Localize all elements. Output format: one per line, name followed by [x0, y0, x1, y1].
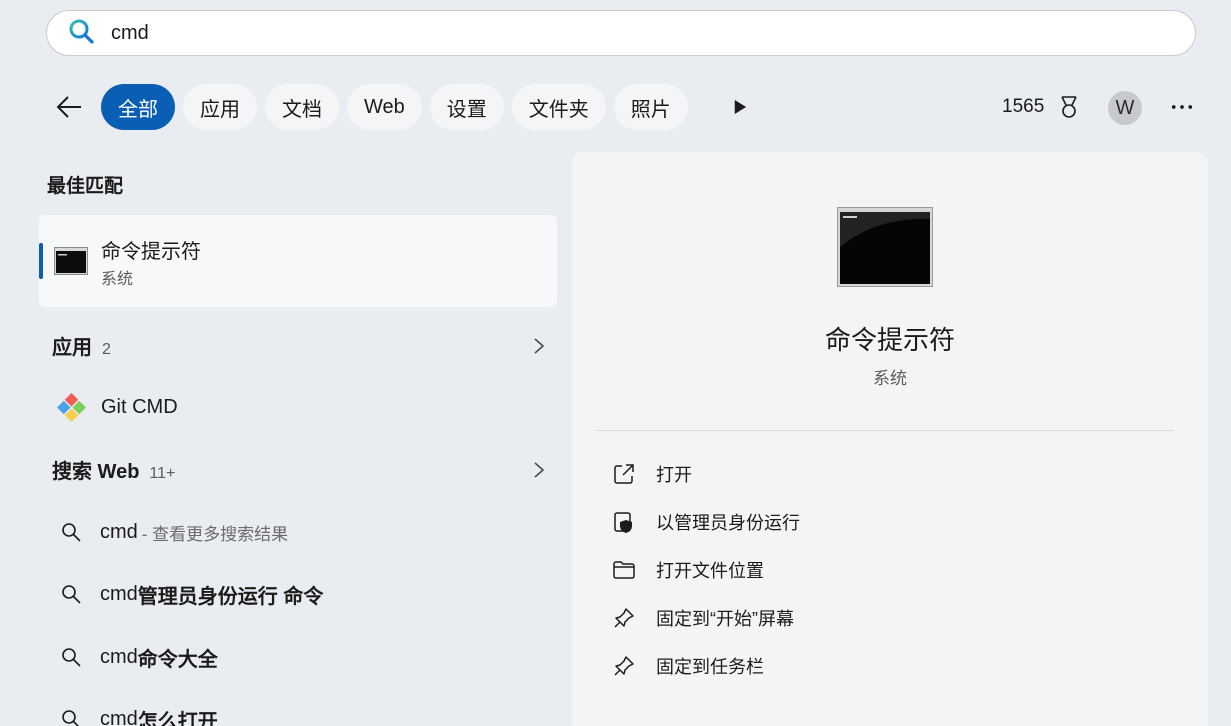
filter-chip-web[interactable]: Web: [347, 84, 422, 130]
ellipsis-icon: [1171, 105, 1193, 109]
action-open[interactable]: 打开: [612, 459, 692, 489]
action-pin-to-start[interactable]: 固定到“开始”屏幕: [612, 603, 794, 633]
action-label: 打开: [656, 465, 692, 485]
detail-panel: 命令提示符 系统 打开 以管理员身份运行 打开文件位置 固定到“开始”屏幕 固定…: [572, 152, 1208, 726]
git-cmd-icon: [56, 392, 87, 422]
rewards-points[interactable]: 1565: [1002, 96, 1044, 118]
search-icon: [67, 17, 95, 50]
open-external-icon: [614, 464, 634, 484]
web-result-item[interactable]: cmd 怎么打开: [60, 703, 218, 726]
more-options-button[interactable]: [1168, 96, 1196, 118]
action-run-as-admin[interactable]: 以管理员身份运行: [612, 507, 800, 537]
web-result-query: cmd: [100, 520, 138, 543]
web-result-item[interactable]: cmd 命令大全: [60, 641, 218, 673]
app-item-name: Git CMD: [101, 395, 178, 418]
back-button[interactable]: [52, 90, 86, 124]
best-match-subtitle: 系统: [101, 271, 134, 288]
filter-chip-settings[interactable]: 设置: [429, 84, 504, 130]
action-label: 固定到任务栏: [656, 657, 764, 677]
avatar[interactable]: W: [1108, 91, 1142, 125]
apps-group-count: 2: [102, 341, 111, 358]
admin-shield-icon: [614, 512, 632, 533]
web-result-item[interactable]: cmd 管理员身份运行 命令: [60, 578, 323, 610]
filter-chips: 全部 应用 文档 Web 设置 文件夹 照片: [101, 84, 688, 130]
action-pin-to-taskbar[interactable]: 固定到任务栏: [612, 651, 764, 681]
pin-icon: [614, 608, 634, 628]
search-icon: [62, 710, 80, 726]
search-bar[interactable]: [46, 10, 1196, 56]
more-filters-button[interactable]: [728, 94, 752, 120]
detail-title: 命令提示符: [824, 325, 955, 355]
folder-icon: [613, 561, 635, 579]
action-open-file-location[interactable]: 打开文件位置: [612, 555, 764, 585]
web-result-suggestion: 命令大全: [137, 648, 218, 671]
command-prompt-large-icon: [837, 207, 933, 287]
web-result-query: cmd: [100, 707, 138, 726]
search-icon: [62, 648, 81, 667]
chevron-right-icon: [534, 462, 545, 478]
back-arrow-icon: [56, 96, 81, 118]
filter-chip-documents[interactable]: 文档: [265, 84, 339, 130]
play-icon: [734, 100, 747, 114]
filter-chip-folders[interactable]: 文件夹: [511, 84, 606, 130]
best-match-item[interactable]: 命令提示符 系统: [39, 215, 557, 307]
best-match-heading: 最佳匹配: [47, 176, 124, 197]
web-result-suggestion: 管理员身份运行 命令: [137, 585, 324, 608]
app-item-git-cmd[interactable]: Git CMD: [56, 390, 178, 424]
action-label: 以管理员身份运行: [656, 513, 800, 533]
web-group-label: 搜索 Web: [52, 461, 140, 483]
pin-icon: [614, 656, 634, 676]
web-group-count: 11+: [149, 465, 176, 482]
apps-group-label: 应用: [52, 337, 92, 359]
detail-divider: [596, 430, 1174, 431]
filter-chip-apps[interactable]: 应用: [183, 84, 257, 130]
web-result-hint: - 查看更多搜索结果: [141, 524, 289, 544]
action-label: 固定到“开始”屏幕: [656, 609, 794, 629]
web-result-item[interactable]: cmd - 查看更多搜索结果: [60, 516, 288, 548]
detail-subtitle: 系统: [873, 369, 907, 388]
search-input[interactable]: [111, 21, 1011, 45]
web-group-header[interactable]: 搜索 Web 11+: [52, 455, 552, 485]
filter-chip-photos[interactable]: 照片: [613, 84, 688, 130]
command-prompt-icon: [54, 247, 88, 275]
web-result-query: cmd: [100, 582, 138, 605]
best-match-name: 命令提示符: [101, 241, 201, 263]
web-result-suggestion: 怎么打开: [137, 710, 218, 726]
search-icon: [62, 585, 81, 604]
filter-chip-all[interactable]: 全部: [101, 84, 175, 130]
web-result-query: cmd: [100, 645, 138, 668]
selection-indicator: [39, 243, 43, 279]
search-icon: [62, 523, 81, 542]
rewards-medal-icon[interactable]: [1056, 94, 1082, 120]
chevron-right-icon: [534, 338, 545, 354]
action-label: 打开文件位置: [656, 561, 764, 581]
filter-row: 全部 应用 文档 Web 设置 文件夹 照片 1565 W: [0, 84, 1231, 130]
apps-group-header[interactable]: 应用 2: [52, 331, 552, 361]
start-search-window: 全部 应用 文档 Web 设置 文件夹 照片 1565 W 最佳匹配: [0, 0, 1231, 726]
